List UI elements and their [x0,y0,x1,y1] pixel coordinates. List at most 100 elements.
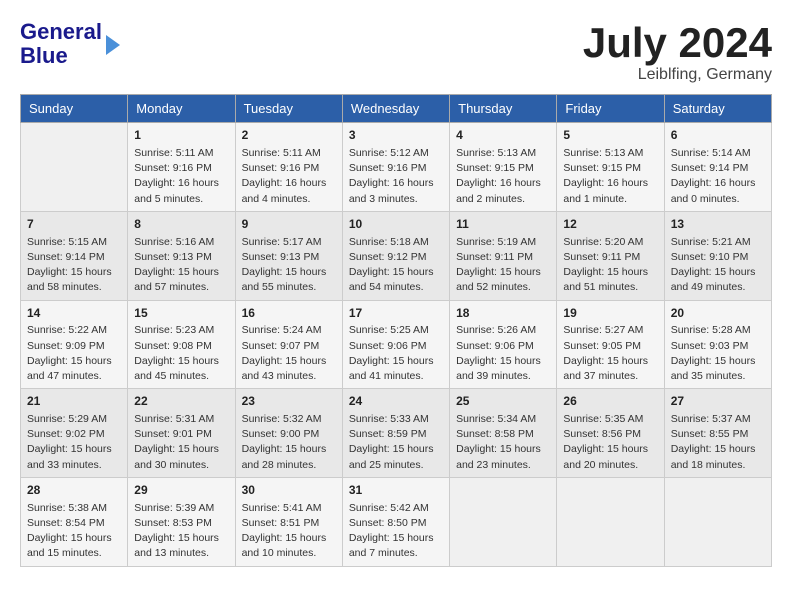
day-info: Sunrise: 5:28 AMSunset: 9:03 PMDaylight:… [671,323,765,384]
day-number: 2 [242,127,336,144]
day-header-thursday: Thursday [450,95,557,123]
day-number: 11 [456,216,550,233]
day-number: 25 [456,393,550,410]
day-number: 31 [349,482,443,499]
calendar-cell: 22 Sunrise: 5:31 AMSunset: 9:01 PMDayligh… [128,389,235,478]
page-header: GeneralBlue July 2024 Leiblfing, Germany [20,20,772,84]
day-number: 10 [349,216,443,233]
calendar-cell: 19Sunrise: 5:27 AMSunset: 9:05 PMDayligh… [557,300,664,389]
day-header-tuesday: Tuesday [235,95,342,123]
calendar-cell: 18Sunrise: 5:26 AMSunset: 9:06 PMDayligh… [450,300,557,389]
day-info: Sunrise: 5:20 AMSunset: 9:11 PMDaylight:… [563,235,657,296]
calendar-cell: 29 Sunrise: 5:39 AMSunset: 8:53 PMDayligh… [128,477,235,566]
day-number: 14 [27,305,121,322]
day-number: 4 [456,127,550,144]
calendar-cell: 7 Sunrise: 5:15 AMSunset: 9:14 PMDaylight… [21,211,128,300]
calendar-cell: 12 Sunrise: 5:20 AMSunset: 9:11 PMDayligh… [557,211,664,300]
day-info: Sunrise: 5:23 AMSunset: 9:08 PMDaylight:… [134,323,228,384]
day-number: 13 [671,216,765,233]
calendar-cell [557,477,664,566]
month-year-title: July 2024 [583,20,772,66]
logo-arrow-icon [106,35,120,55]
day-number: 26 [563,393,657,410]
day-info: Sunrise: 5:42 AMSunset: 8:50 PMDaylight:… [349,501,443,562]
day-number: 27 [671,393,765,410]
day-number: 22 [134,393,228,410]
day-number: 21 [27,393,121,410]
day-number: 8 [134,216,228,233]
calendar-cell: 26 Sunrise: 5:35 AMSunset: 8:56 PMDayligh… [557,389,664,478]
week-row-5: 28 Sunrise: 5:38 AMSunset: 8:54 PMDayligh… [21,477,772,566]
calendar-cell: 17Sunrise: 5:25 AMSunset: 9:06 PMDayligh… [342,300,449,389]
calendar-cell: 1 Sunrise: 5:11 AMSunset: 9:16 PMDaylight… [128,123,235,212]
calendar-cell: 14Sunrise: 5:22 AMSunset: 9:09 PMDayligh… [21,300,128,389]
calendar-cell: 9 Sunrise: 5:17 AMSunset: 9:13 PMDaylight… [235,211,342,300]
day-number: 29 [134,482,228,499]
day-info: Sunrise: 5:34 AMSunset: 8:58 PMDaylight:… [456,412,550,473]
day-number: 1 [134,127,228,144]
day-number: 3 [349,127,443,144]
week-row-1: 1 Sunrise: 5:11 AMSunset: 9:16 PMDaylight… [21,123,772,212]
day-header-monday: Monday [128,95,235,123]
week-row-3: 14Sunrise: 5:22 AMSunset: 9:09 PMDayligh… [21,300,772,389]
day-number: 5 [563,127,657,144]
day-info: Sunrise: 5:11 AMSunset: 9:16 PMDaylight:… [242,146,336,207]
day-info: Sunrise: 5:25 AMSunset: 9:06 PMDaylight:… [349,323,443,384]
calendar-cell: 2 Sunrise: 5:11 AMSunset: 9:16 PMDaylight… [235,123,342,212]
week-row-2: 7 Sunrise: 5:15 AMSunset: 9:14 PMDaylight… [21,211,772,300]
day-info: Sunrise: 5:24 AMSunset: 9:07 PMDaylight:… [242,323,336,384]
day-info: Sunrise: 5:22 AMSunset: 9:09 PMDaylight:… [27,323,121,384]
day-info: Sunrise: 5:13 AMSunset: 9:15 PMDaylight:… [563,146,657,207]
day-info: Sunrise: 5:14 AMSunset: 9:14 PMDaylight:… [671,146,765,207]
day-number: 12 [563,216,657,233]
calendar-cell: 30Sunrise: 5:41 AMSunset: 8:51 PMDayligh… [235,477,342,566]
day-info: Sunrise: 5:16 AMSunset: 9:13 PMDaylight:… [134,235,228,296]
calendar-cell: 28 Sunrise: 5:38 AMSunset: 8:54 PMDayligh… [21,477,128,566]
day-header-wednesday: Wednesday [342,95,449,123]
logo: GeneralBlue [20,20,120,68]
day-number: 15 [134,305,228,322]
day-number: 23 [242,393,336,410]
day-header-saturday: Saturday [664,95,771,123]
day-headers-row: SundayMondayTuesdayWednesdayThursdayFrid… [21,95,772,123]
day-number: 7 [27,216,121,233]
day-info: Sunrise: 5:12 AMSunset: 9:16 PMDaylight:… [349,146,443,207]
calendar-cell [450,477,557,566]
day-info: Sunrise: 5:17 AMSunset: 9:13 PMDaylight:… [242,235,336,296]
day-info: Sunrise: 5:13 AMSunset: 9:15 PMDaylight:… [456,146,550,207]
calendar-cell: 23 Sunrise: 5:32 AMSunset: 9:00 PMDayligh… [235,389,342,478]
calendar-cell: 8 Sunrise: 5:16 AMSunset: 9:13 PMDaylight… [128,211,235,300]
day-info: Sunrise: 5:31 AMSunset: 9:01 PMDaylight:… [134,412,228,473]
day-info: Sunrise: 5:39 AMSunset: 8:53 PMDaylight:… [134,501,228,562]
day-number: 16 [242,305,336,322]
day-info: Sunrise: 5:35 AMSunset: 8:56 PMDaylight:… [563,412,657,473]
day-number: 17 [349,305,443,322]
day-number: 18 [456,305,550,322]
week-row-4: 21 Sunrise: 5:29 AMSunset: 9:02 PMDayligh… [21,389,772,478]
day-info: Sunrise: 5:38 AMSunset: 8:54 PMDaylight:… [27,501,121,562]
calendar-cell: 27 Sunrise: 5:37 AMSunset: 8:55 PMDayligh… [664,389,771,478]
day-info: Sunrise: 5:26 AMSunset: 9:06 PMDaylight:… [456,323,550,384]
day-info: Sunrise: 5:19 AMSunset: 9:11 PMDaylight:… [456,235,550,296]
title-block: July 2024 Leiblfing, Germany [583,20,772,84]
day-info: Sunrise: 5:11 AMSunset: 9:16 PMDaylight:… [134,146,228,207]
day-info: Sunrise: 5:15 AMSunset: 9:14 PMDaylight:… [27,235,121,296]
calendar-cell [664,477,771,566]
day-header-sunday: Sunday [21,95,128,123]
day-info: Sunrise: 5:32 AMSunset: 9:00 PMDaylight:… [242,412,336,473]
calendar-cell: 10 Sunrise: 5:18 AMSunset: 9:12 PMDayligh… [342,211,449,300]
calendar-cell: 11 Sunrise: 5:19 AMSunset: 9:11 PMDayligh… [450,211,557,300]
calendar-cell: 13 Sunrise: 5:21 AMSunset: 9:10 PMDayligh… [664,211,771,300]
calendar-cell: 31 Sunrise: 5:42 AMSunset: 8:50 PMDayligh… [342,477,449,566]
day-number: 28 [27,482,121,499]
day-info: Sunrise: 5:29 AMSunset: 9:02 PMDaylight:… [27,412,121,473]
day-number: 19 [563,305,657,322]
day-info: Sunrise: 5:37 AMSunset: 8:55 PMDaylight:… [671,412,765,473]
calendar-cell: 24Sunrise: 5:33 AMSunset: 8:59 PMDayligh… [342,389,449,478]
day-header-friday: Friday [557,95,664,123]
day-info: Sunrise: 5:18 AMSunset: 9:12 PMDaylight:… [349,235,443,296]
day-number: 9 [242,216,336,233]
day-info: Sunrise: 5:21 AMSunset: 9:10 PMDaylight:… [671,235,765,296]
calendar-cell: 15Sunrise: 5:23 AMSunset: 9:08 PMDayligh… [128,300,235,389]
calendar-cell: 3 Sunrise: 5:12 AMSunset: 9:16 PMDaylight… [342,123,449,212]
